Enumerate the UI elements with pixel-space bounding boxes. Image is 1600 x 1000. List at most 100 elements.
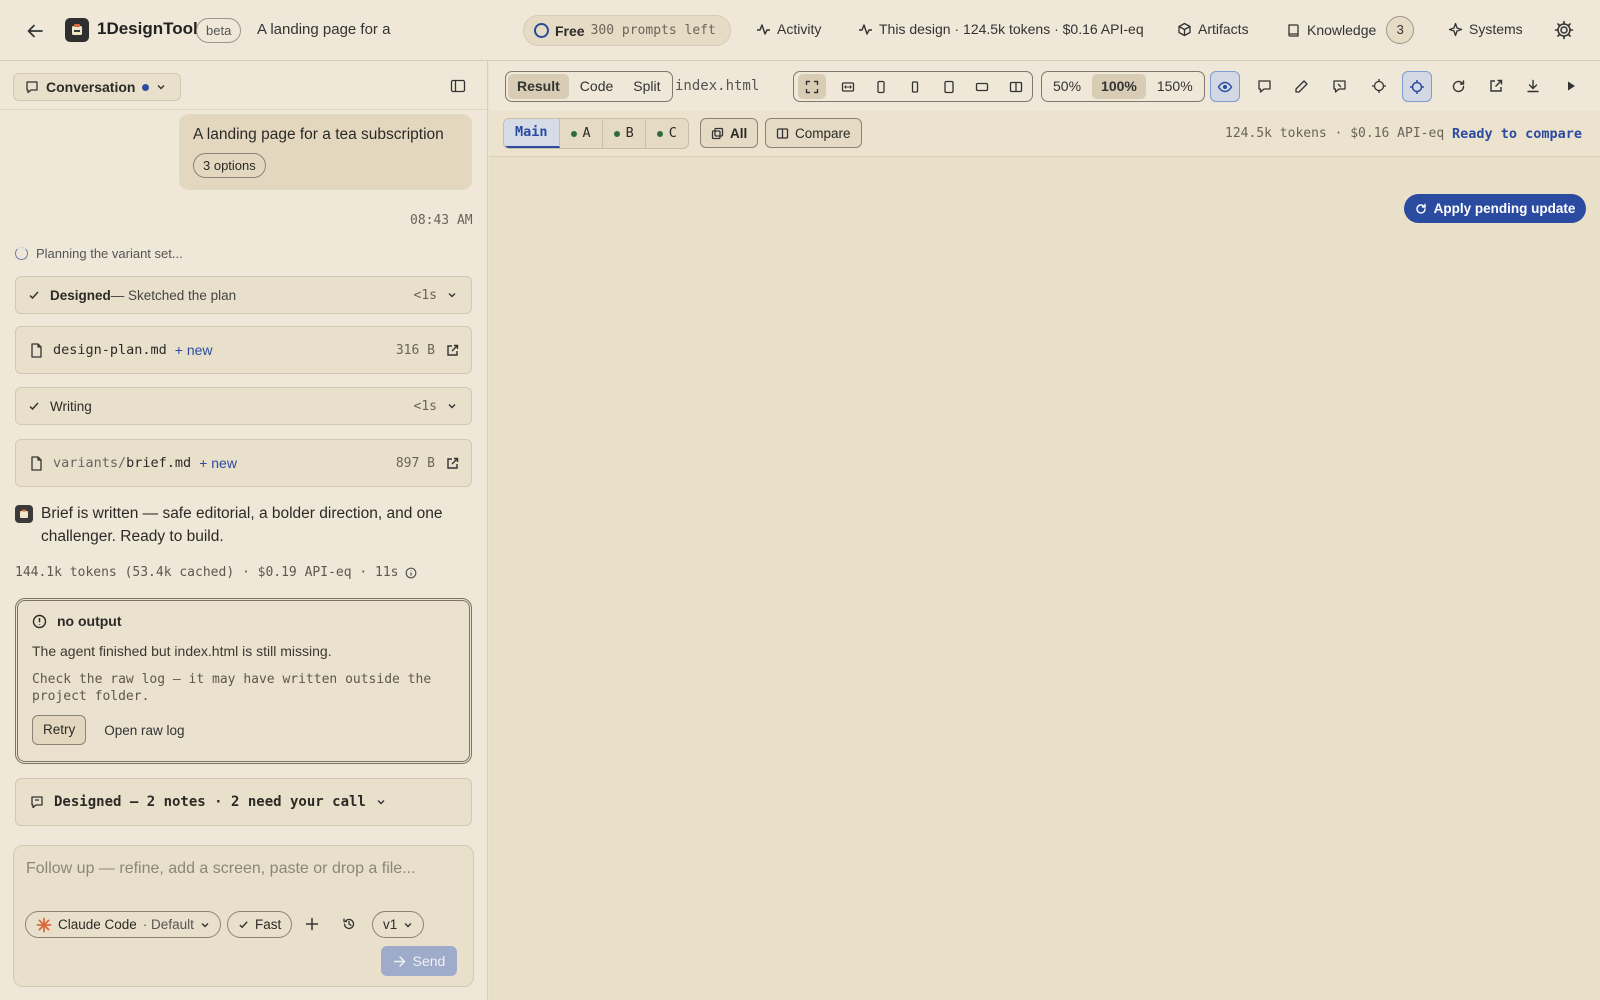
inspect-icon[interactable] <box>1402 71 1432 102</box>
variant-tab-main[interactable]: Main <box>504 119 560 148</box>
send-button[interactable]: Send <box>381 946 457 976</box>
file-name: design-plan.md <box>53 342 167 358</box>
compare-button[interactable]: Compare <box>765 118 862 148</box>
top-bar: 1DesignTool beta A landing page for a Fr… <box>0 0 1600 61</box>
planning-text: Planning the variant set... <box>36 246 183 261</box>
file-card-design-plan[interactable]: design-plan.md + new 316 B <box>15 326 472 374</box>
gear-icon[interactable] <box>1554 20 1574 40</box>
back-arrow-icon[interactable] <box>24 20 46 42</box>
step-duration: <1s <box>413 398 437 414</box>
eye-icon[interactable] <box>1210 71 1240 102</box>
project-title[interactable]: A landing page for a <box>257 21 390 38</box>
side-by-side-icon[interactable] <box>1004 74 1028 99</box>
info-icon[interactable] <box>405 567 417 579</box>
refresh-icon[interactable] <box>1448 76 1468 96</box>
all-variants-button[interactable]: All <box>700 118 759 148</box>
external-link-icon[interactable] <box>446 457 459 470</box>
claude-starburst-icon <box>36 917 52 932</box>
mobile-icon[interactable] <box>869 74 893 99</box>
step-designed-detail: — Sketched the plan <box>110 287 237 303</box>
apply-pending-update-button[interactable]: Apply pending update <box>1404 194 1586 223</box>
variant-tab-a[interactable]: A <box>560 119 603 148</box>
nav-systems[interactable]: Systems <box>1448 21 1523 37</box>
pencil-icon[interactable] <box>1291 76 1311 96</box>
model-mode: · Default <box>142 917 194 932</box>
retry-button[interactable]: Retry <box>32 715 87 745</box>
nav-design-stats[interactable]: This design · 124.5k tokens · $0.16 API-… <box>858 21 1144 37</box>
plan-ring-icon <box>534 23 549 38</box>
nav-knowledge[interactable]: Knowledge 3 <box>1286 16 1415 44</box>
open-external-icon[interactable] <box>1486 76 1506 96</box>
model-selector[interactable]: Claude Code · Default <box>25 911 221 938</box>
speed-toggle[interactable]: Fast <box>227 911 293 938</box>
conversation-panel: Conversation A landing page for a tea su… <box>0 61 488 1000</box>
annotate-icon[interactable] <box>1329 76 1349 96</box>
run-stats: 144.1k tokens (53.4k cached) · $0.19 API… <box>15 565 417 580</box>
comment-icon <box>31 796 43 809</box>
preview-canvas[interactable] <box>489 157 1600 1000</box>
version-selector[interactable]: v1 <box>372 911 425 938</box>
options-chip[interactable]: 3 options <box>193 153 266 178</box>
step-writing-title: Writing <box>50 398 92 414</box>
zoom-100[interactable]: 100% <box>1092 74 1146 99</box>
variant-tab-a-label: A <box>582 125 591 141</box>
nav-systems-label: Systems <box>1469 21 1523 37</box>
file-card-brief[interactable]: variants/brief.md + new 897 B <box>15 439 472 487</box>
plan-pill[interactable]: Free 300 prompts left <box>523 15 731 46</box>
all-label: All <box>730 125 748 141</box>
nav-knowledge-label: Knowledge <box>1307 22 1377 38</box>
nav-activity[interactable]: Activity <box>756 21 821 37</box>
fullscreen-icon[interactable] <box>798 74 826 99</box>
variant-tabs: Main A B C <box>503 118 689 149</box>
sparkle-icon <box>1448 22 1463 36</box>
chevron-down-icon <box>377 800 385 805</box>
conversation-dropdown[interactable]: Conversation <box>13 73 181 101</box>
external-link-icon[interactable] <box>446 344 459 357</box>
step-duration: <1s <box>413 287 437 303</box>
variant-tab-c[interactable]: C <box>646 119 688 148</box>
view-mode-result[interactable]: Result <box>508 74 569 99</box>
activity-icon <box>757 23 770 35</box>
fit-width-icon[interactable] <box>836 74 860 99</box>
book-icon <box>1288 23 1299 37</box>
variant-tab-c-label: C <box>668 125 677 141</box>
zoom-50[interactable]: 50% <box>1044 74 1090 99</box>
step-writing[interactable]: Writing <1s <box>15 387 472 425</box>
download-icon[interactable] <box>1523 76 1543 96</box>
step-designed[interactable]: Designed — Sketched the plan <1s <box>15 276 472 314</box>
compare-label: Compare <box>795 125 851 141</box>
copy-icon <box>711 127 724 139</box>
error-card: no output The agent finished but index.h… <box>15 598 472 764</box>
crosshair-icon[interactable] <box>1369 76 1389 96</box>
play-icon[interactable] <box>1561 76 1581 96</box>
history-icon[interactable] <box>342 917 356 931</box>
comment-icon[interactable] <box>1254 76 1274 96</box>
desktop-icon[interactable] <box>971 74 995 99</box>
design-notes[interactable]: Designed — 2 notes · 2 need your call <box>15 778 472 826</box>
assistant-avatar <box>15 505 33 523</box>
phone-icon[interactable] <box>903 74 927 99</box>
add-attachment-icon[interactable] <box>305 917 319 931</box>
panel-toggle-icon[interactable] <box>450 78 466 94</box>
nav-artifacts[interactable]: Artifacts <box>1177 21 1249 37</box>
arrow-right-icon <box>393 955 405 967</box>
speed-label: Fast <box>255 917 282 932</box>
zoom-150[interactable]: 150% <box>1148 74 1202 99</box>
follow-up-input[interactable] <box>26 860 456 878</box>
view-mode-split[interactable]: Split <box>624 74 669 99</box>
view-mode-code[interactable]: Code <box>571 74 622 99</box>
tablet-icon[interactable] <box>937 74 961 99</box>
variant-dot <box>570 130 577 137</box>
brand-name: 1DesignTool <box>97 19 198 38</box>
beta-badge: beta <box>196 18 242 43</box>
spinner-icon <box>15 247 28 260</box>
compare-status: Ready to compare <box>1452 126 1583 142</box>
open-raw-log-button[interactable]: Open raw log <box>104 723 184 738</box>
view-mode-switch: Result Code Split <box>505 71 673 102</box>
variant-tab-b[interactable]: B <box>603 119 646 148</box>
error-message: The agent finished but index.html is sti… <box>32 643 332 659</box>
chevron-down-icon <box>201 922 209 927</box>
error-actions: Retry Open raw log <box>32 715 455 745</box>
chevron-down-icon <box>448 293 456 298</box>
new-tag: + new <box>174 342 213 358</box>
